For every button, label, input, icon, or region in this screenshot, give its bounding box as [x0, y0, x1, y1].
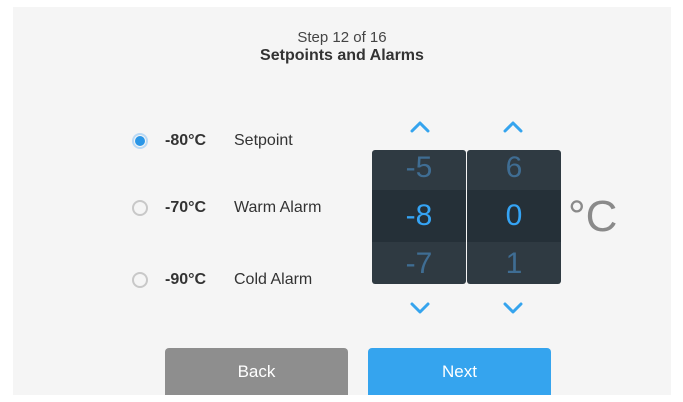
- setpoint-label: Setpoint: [234, 132, 293, 149]
- warm-alarm-value: -70°C: [165, 199, 207, 216]
- tens-current-digit: -8: [405, 199, 433, 232]
- chevron-up-icon: [503, 121, 523, 133]
- wizard-header: Step 12 of 16 Setpoints and Alarms: [13, 29, 671, 65]
- warm-alarm-label: Warm Alarm: [234, 199, 322, 216]
- ones-decrement-button[interactable]: [499, 298, 527, 318]
- cold-alarm-label: Cold Alarm: [234, 271, 313, 288]
- option-setpoint[interactable]: -80°C Setpoint: [132, 129, 293, 153]
- temperature-unit: °C: [568, 192, 618, 241]
- cold-alarm-value: -90°C: [165, 271, 207, 288]
- ones-increment-button[interactable]: [499, 117, 527, 137]
- ones-previous-digit: 6: [505, 151, 523, 184]
- ones-current-digit: 0: [505, 199, 523, 232]
- warm-alarm-radio[interactable]: [132, 200, 148, 216]
- next-button[interactable]: Next: [368, 348, 551, 395]
- chevron-down-icon: [503, 302, 523, 314]
- tens-digit-wheel[interactable]: -5 -8 -7: [372, 150, 466, 284]
- option-cold-alarm[interactable]: -90°C Cold Alarm: [132, 268, 312, 292]
- setpoint-radio[interactable]: [132, 133, 148, 149]
- page-title: Setpoints and Alarms: [260, 47, 424, 64]
- ones-digit-wheel[interactable]: 6 0 1: [467, 150, 561, 284]
- option-warm-alarm[interactable]: -70°C Warm Alarm: [132, 196, 321, 220]
- tens-increment-button[interactable]: [406, 117, 434, 137]
- tens-decrement-button[interactable]: [406, 298, 434, 318]
- tens-previous-digit: -5: [405, 151, 433, 184]
- back-button[interactable]: Back: [165, 348, 348, 395]
- chevron-down-icon: [410, 302, 430, 314]
- setpoint-value: -80°C: [165, 132, 207, 149]
- tens-next-digit: -7: [405, 247, 433, 280]
- chevron-up-icon: [410, 121, 430, 133]
- ones-next-digit: 1: [505, 247, 523, 280]
- cold-alarm-radio[interactable]: [132, 272, 148, 288]
- step-indicator: Step 12 of 16: [297, 29, 387, 46]
